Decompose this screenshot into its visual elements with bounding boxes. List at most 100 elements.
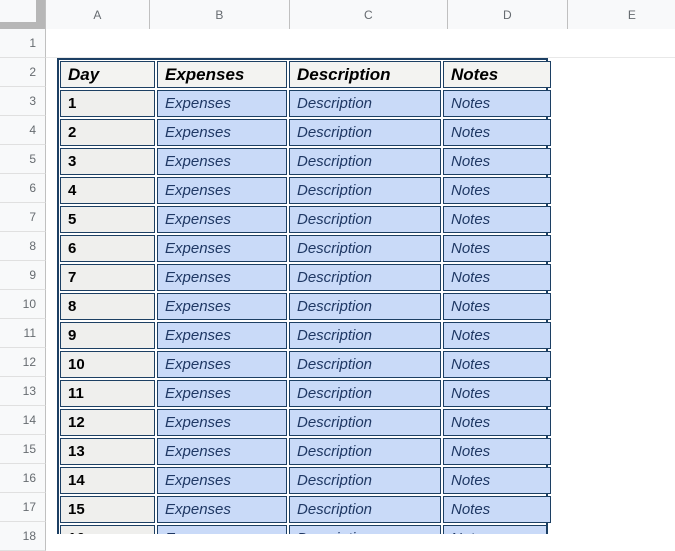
- cell-expenses[interactable]: Expenses: [157, 409, 287, 436]
- cell-notes[interactable]: Notes: [443, 264, 551, 291]
- row-header-11[interactable]: 11: [0, 319, 46, 348]
- cell-expenses[interactable]: Expenses: [157, 90, 287, 117]
- table-row: 14 Expenses Description Notes: [59, 466, 551, 495]
- cell-description[interactable]: Description: [289, 409, 441, 436]
- row-header-9[interactable]: 9: [0, 261, 46, 290]
- row-header-10[interactable]: 10: [0, 290, 46, 319]
- cell-day[interactable]: 16: [60, 525, 155, 534]
- column-header-a[interactable]: A: [46, 0, 150, 29]
- cell-description[interactable]: Description: [289, 264, 441, 291]
- cell-day[interactable]: 11: [60, 380, 155, 407]
- row-header-17[interactable]: 17: [0, 493, 46, 522]
- row-header-13[interactable]: 13: [0, 377, 46, 406]
- cell-expenses[interactable]: Expenses: [157, 438, 287, 465]
- row-header-1[interactable]: 1: [0, 29, 46, 58]
- table-row: 2 Expenses Description Notes: [59, 118, 551, 147]
- row-header-18[interactable]: 18: [0, 522, 46, 551]
- cell-expenses[interactable]: Expenses: [157, 235, 287, 262]
- cell-notes[interactable]: Notes: [443, 496, 551, 523]
- row-header-2[interactable]: 2: [0, 58, 46, 87]
- cell-expenses[interactable]: Expenses: [157, 525, 287, 534]
- row-header-8[interactable]: 8: [0, 232, 46, 261]
- cell-notes[interactable]: Notes: [443, 235, 551, 262]
- row-header-12[interactable]: 12: [0, 348, 46, 377]
- cell-description[interactable]: Description: [289, 90, 441, 117]
- cell-notes[interactable]: Notes: [443, 525, 546, 534]
- cell-description[interactable]: Description: [289, 351, 441, 378]
- cell-day[interactable]: 3: [60, 148, 155, 175]
- cell-description[interactable]: Description: [289, 177, 441, 204]
- header-cell-notes[interactable]: Notes: [443, 61, 551, 88]
- cell-day[interactable]: 14: [60, 467, 155, 494]
- row-header-4[interactable]: 4: [0, 116, 46, 145]
- header-cell-description[interactable]: Description: [289, 61, 441, 88]
- cell-day[interactable]: 4: [60, 177, 155, 204]
- cell-expenses[interactable]: Expenses: [157, 206, 287, 233]
- header-cell-day[interactable]: Day: [60, 61, 155, 88]
- cell-description[interactable]: Description: [289, 525, 441, 534]
- cell-expenses[interactable]: Expenses: [157, 264, 287, 291]
- cell-expenses[interactable]: Expenses: [157, 148, 287, 175]
- cell-description[interactable]: Description: [289, 322, 441, 349]
- cell-expenses[interactable]: Expenses: [157, 177, 287, 204]
- cell-notes[interactable]: Notes: [443, 467, 551, 494]
- cell-description[interactable]: Description: [289, 235, 441, 262]
- cell-notes[interactable]: Notes: [443, 409, 551, 436]
- cell-notes[interactable]: Notes: [443, 438, 551, 465]
- cell-e1[interactable]: [568, 29, 675, 58]
- cell-description[interactable]: Description: [289, 293, 441, 320]
- cell-day[interactable]: 5: [60, 206, 155, 233]
- cell-expenses[interactable]: Expenses: [157, 119, 287, 146]
- cell-b1[interactable]: [150, 29, 290, 58]
- cell-day[interactable]: 15: [60, 496, 155, 523]
- column-header-e[interactable]: E: [568, 0, 675, 29]
- cell-notes[interactable]: Notes: [443, 206, 551, 233]
- row-header-3[interactable]: 3: [0, 87, 46, 116]
- cell-notes[interactable]: Notes: [443, 293, 551, 320]
- cell-description[interactable]: Description: [289, 119, 441, 146]
- cell-day[interactable]: 12: [60, 409, 155, 436]
- cell-day[interactable]: 8: [60, 293, 155, 320]
- cell-notes[interactable]: Notes: [443, 148, 551, 175]
- column-header-b[interactable]: B: [150, 0, 290, 29]
- table-row: 11 Expenses Description Notes: [59, 379, 551, 408]
- cell-expenses[interactable]: Expenses: [157, 380, 287, 407]
- cell-day[interactable]: 6: [60, 235, 155, 262]
- cell-day[interactable]: 10: [60, 351, 155, 378]
- cell-description[interactable]: Description: [289, 438, 441, 465]
- cell-day[interactable]: 7: [60, 264, 155, 291]
- cell-notes[interactable]: Notes: [443, 177, 551, 204]
- cell-notes[interactable]: Notes: [443, 322, 551, 349]
- cell-expenses[interactable]: Expenses: [157, 467, 287, 494]
- cell-description[interactable]: Description: [289, 148, 441, 175]
- cell-day[interactable]: 2: [60, 119, 155, 146]
- cell-day[interactable]: 13: [60, 438, 155, 465]
- cell-day[interactable]: 9: [60, 322, 155, 349]
- cell-description[interactable]: Description: [289, 380, 441, 407]
- row-header-15[interactable]: 15: [0, 435, 46, 464]
- cell-expenses[interactable]: Expenses: [157, 496, 287, 523]
- cell-notes[interactable]: Notes: [443, 90, 551, 117]
- cell-d1[interactable]: [448, 29, 568, 58]
- row-header-5[interactable]: 5: [0, 145, 46, 174]
- column-header-c[interactable]: C: [290, 0, 448, 29]
- cell-c1[interactable]: [290, 29, 448, 58]
- row-header-14[interactable]: 14: [0, 406, 46, 435]
- cell-description[interactable]: Description: [289, 206, 441, 233]
- cell-expenses[interactable]: Expenses: [157, 322, 287, 349]
- cell-notes[interactable]: Notes: [443, 380, 551, 407]
- cell-notes[interactable]: Notes: [443, 351, 551, 378]
- cell-expenses[interactable]: Expenses: [157, 293, 287, 320]
- row-header-7[interactable]: 7: [0, 203, 46, 232]
- cell-description[interactable]: Description: [289, 496, 441, 523]
- row-header-16[interactable]: 16: [0, 464, 46, 493]
- select-all-corner[interactable]: [0, 0, 46, 29]
- cell-day[interactable]: 1: [60, 90, 155, 117]
- row-header-6[interactable]: 6: [0, 174, 46, 203]
- cell-expenses[interactable]: Expenses: [157, 351, 287, 378]
- cell-notes[interactable]: Notes: [443, 119, 551, 146]
- header-cell-expenses[interactable]: Expenses: [157, 61, 287, 88]
- cell-description[interactable]: Description: [289, 467, 441, 494]
- column-header-d[interactable]: D: [448, 0, 568, 29]
- cell-a1[interactable]: [46, 29, 150, 58]
